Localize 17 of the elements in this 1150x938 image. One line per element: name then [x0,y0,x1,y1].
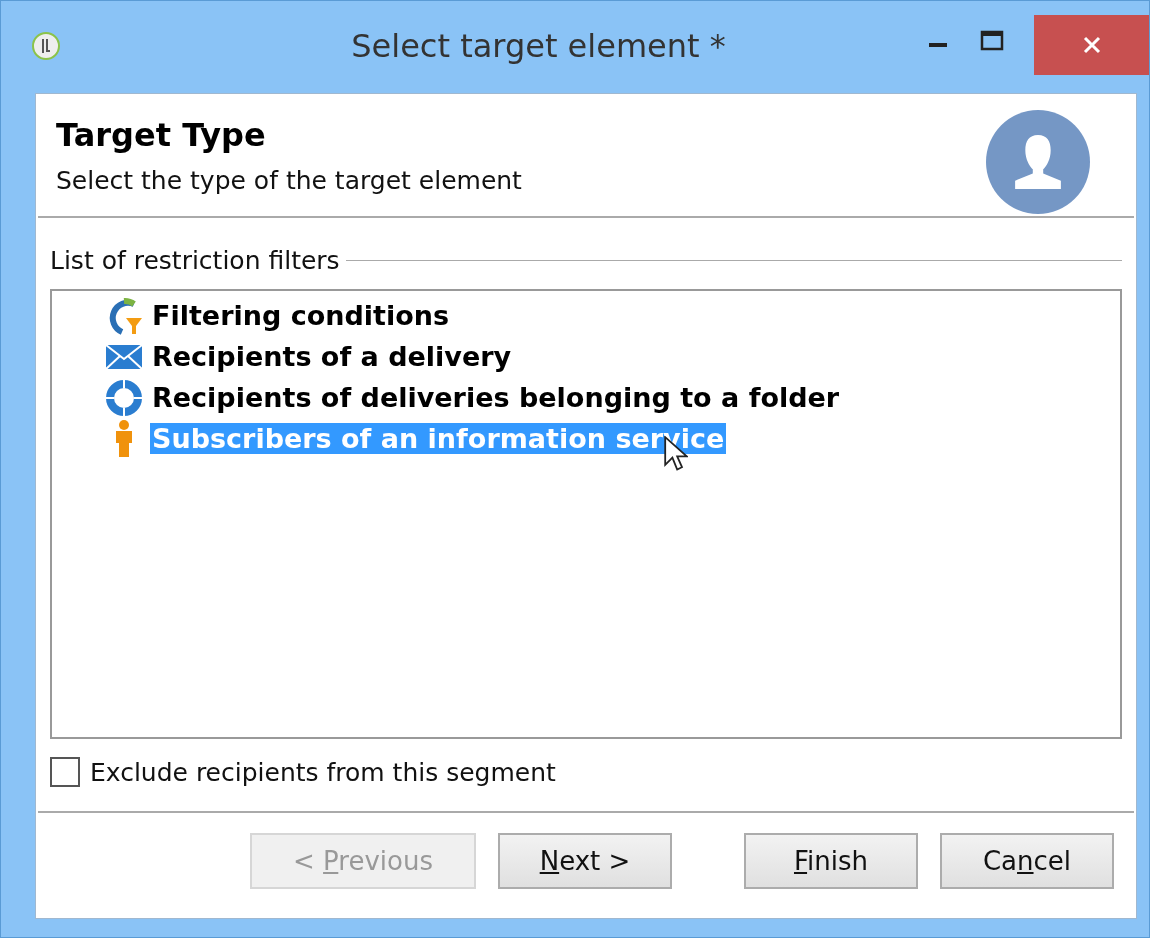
app-icon [31,31,61,61]
wizard-button[interactable]: Next > [498,833,672,889]
window-title: Select target element * [350,27,727,65]
ring-icon [104,377,144,418]
group-label: List of restriction filters [50,246,340,275]
close-icon [1081,35,1102,55]
checkbox[interactable] [50,757,80,787]
wizard-button[interactable]: Finish [744,833,918,889]
checkbox-label: Exclude recipients from this segment [90,757,556,787]
wizard-button[interactable]: Cancel [940,833,1114,889]
filter-item[interactable]: Recipients of deliveries belonging to a folder [150,382,842,413]
filter-item[interactable]: Filtering conditions [150,300,452,331]
page-subtitle: Select the type of the target element [56,165,523,195]
filter-item[interactable]: Recipients of a delivery [150,341,514,372]
page-title: Target Type [56,115,267,154]
maximize-icon[interactable] [980,29,1004,53]
avatar-icon [986,110,1090,214]
